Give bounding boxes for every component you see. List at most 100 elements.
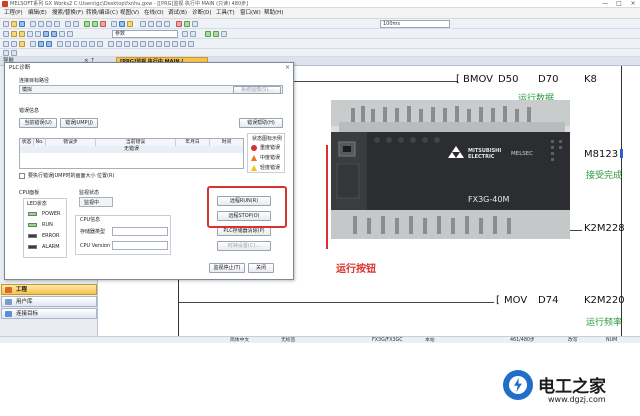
nav-item-connection[interactable]: 连接目标 xyxy=(1,308,97,319)
error-jump-button[interactable]: 错误JUMP(J) xyxy=(60,118,98,128)
tool-c-icon[interactable] xyxy=(73,41,79,47)
menu-diagnose[interactable]: 诊断(D) xyxy=(192,8,212,19)
tool-o-icon[interactable] xyxy=(172,41,178,47)
tool-f-icon[interactable] xyxy=(97,41,103,47)
clock-setting-button[interactable]: 时钟设置(C)... xyxy=(217,241,271,251)
tool-b-icon[interactable] xyxy=(65,41,71,47)
menu-edit[interactable]: 编辑(E) xyxy=(28,8,47,19)
parallel-no-icon[interactable] xyxy=(27,31,33,37)
stop-icon[interactable] xyxy=(176,21,182,27)
tool-j-icon[interactable] xyxy=(132,41,138,47)
nav-item-project[interactable]: 工程 xyxy=(1,284,97,295)
monitor-write-icon[interactable] xyxy=(119,21,125,27)
maximize-button[interactable]: □ xyxy=(612,0,626,8)
online-edit-icon[interactable] xyxy=(30,41,36,47)
new-icon[interactable] xyxy=(3,21,9,27)
tool-s-icon[interactable] xyxy=(11,50,17,56)
tool-h-icon[interactable] xyxy=(116,41,122,47)
current-error-button[interactable]: 当前错误(U) xyxy=(19,118,57,128)
simulate-icon[interactable] xyxy=(127,21,133,27)
tool-d-icon[interactable] xyxy=(81,41,87,47)
tool-e-icon[interactable] xyxy=(89,41,95,47)
comment-icon[interactable] xyxy=(205,31,211,37)
parameter-select[interactable]: 参数 xyxy=(112,30,178,38)
stop-monitor-button[interactable]: 监视停止(T) xyxy=(209,263,245,273)
label-icon[interactable] xyxy=(11,41,17,47)
tool-q-icon[interactable] xyxy=(188,41,194,47)
zoom-out-icon[interactable] xyxy=(190,31,196,37)
menu-online[interactable]: 在线(O) xyxy=(144,8,164,19)
nav-item-user-library[interactable]: 用户库 xyxy=(1,296,97,307)
rung-1-instruction[interactable]: BMOV xyxy=(463,74,493,85)
rung-1-operand-2[interactable]: D70 xyxy=(538,74,558,85)
table-row[interactable]: 无错误 xyxy=(20,146,243,153)
coil-icon[interactable] xyxy=(43,31,49,37)
convert-icon[interactable] xyxy=(38,41,44,47)
jump-size-checkbox[interactable] xyxy=(19,173,25,179)
menu-find[interactable]: 搜索/替换(F) xyxy=(52,8,83,19)
instruction-icon[interactable] xyxy=(51,31,57,37)
tool-l-icon[interactable] xyxy=(148,41,154,47)
error-help-button[interactable]: 错误帮助(H) xyxy=(239,118,283,128)
tool-m-icon[interactable] xyxy=(156,41,162,47)
rung-1-operand-3[interactable]: K8 xyxy=(584,74,597,85)
menu-project[interactable]: 工程(P) xyxy=(4,8,23,19)
rung-4-operand-3[interactable]: K2M220 xyxy=(584,295,625,306)
statement-icon[interactable] xyxy=(213,31,219,37)
fb-icon[interactable] xyxy=(19,41,25,47)
menu-debug[interactable]: 调试(B) xyxy=(168,8,187,19)
find-icon[interactable] xyxy=(140,21,146,27)
write-plc-icon[interactable] xyxy=(84,21,90,27)
monitor-icon[interactable] xyxy=(111,21,117,27)
zoom-in-icon[interactable] xyxy=(182,31,188,37)
convert-all-icon[interactable] xyxy=(46,41,52,47)
replace-icon[interactable] xyxy=(148,21,154,27)
rung-1-operand-1[interactable]: D50 xyxy=(498,74,518,85)
close-window-button[interactable]: × xyxy=(626,0,640,8)
menu-convert[interactable]: 转换/编译(C) xyxy=(86,8,118,19)
note-icon[interactable] xyxy=(221,31,227,37)
device-icon[interactable] xyxy=(3,41,9,47)
read-plc-icon[interactable] xyxy=(92,21,98,27)
paste-icon[interactable] xyxy=(54,21,60,27)
tool-k-icon[interactable] xyxy=(140,41,146,47)
dialog-close-icon[interactable]: × xyxy=(285,63,290,73)
contact-nc-icon[interactable] xyxy=(19,31,25,37)
dialog-close-button[interactable]: 关闭 xyxy=(248,263,274,273)
tool-p-icon[interactable] xyxy=(180,41,186,47)
contact-no-icon[interactable] xyxy=(11,31,17,37)
rung-4-instruction[interactable]: MOV xyxy=(504,295,527,306)
redo-icon[interactable] xyxy=(73,21,79,27)
minimize-button[interactable]: — xyxy=(598,0,612,8)
tool-i-icon[interactable] xyxy=(124,41,130,47)
rung-3-device[interactable]: K2M228 xyxy=(584,223,625,234)
tool-n-icon[interactable] xyxy=(164,41,170,47)
tool-r-icon[interactable] xyxy=(3,50,9,56)
system-image-button[interactable]: 系统图像(S)... xyxy=(233,86,281,94)
legend-moderate: 中度错误 xyxy=(260,155,281,161)
menu-help[interactable]: 帮助(H) xyxy=(264,8,283,19)
vline-icon[interactable] xyxy=(67,31,73,37)
open-icon[interactable] xyxy=(11,21,17,27)
run-icon[interactable] xyxy=(184,21,190,27)
parallel-nc-icon[interactable] xyxy=(35,31,41,37)
copy-icon[interactable] xyxy=(46,21,52,27)
menu-window[interactable]: 窗口(W) xyxy=(240,8,261,19)
ladder-icon[interactable] xyxy=(3,31,9,37)
tool-g-icon[interactable] xyxy=(108,41,114,47)
rung-2-device[interactable]: M8123 xyxy=(584,149,618,160)
hline-icon[interactable] xyxy=(59,31,65,37)
device-list-icon[interactable] xyxy=(164,21,170,27)
menu-tools[interactable]: 工具(T) xyxy=(216,8,235,19)
verify-icon[interactable] xyxy=(100,21,106,27)
print-icon[interactable] xyxy=(30,21,36,27)
rung-4-operand-1[interactable]: D74 xyxy=(538,295,558,306)
tool-a-icon[interactable] xyxy=(57,41,63,47)
save-icon[interactable] xyxy=(19,21,25,27)
menu-view[interactable]: 视图(V) xyxy=(120,8,139,19)
undo-icon[interactable] xyxy=(65,21,71,27)
cross-ref-icon[interactable] xyxy=(156,21,162,27)
step-icon[interactable] xyxy=(192,21,198,27)
cut-icon[interactable] xyxy=(38,21,44,27)
interval-select[interactable]: 100ms xyxy=(380,20,450,28)
